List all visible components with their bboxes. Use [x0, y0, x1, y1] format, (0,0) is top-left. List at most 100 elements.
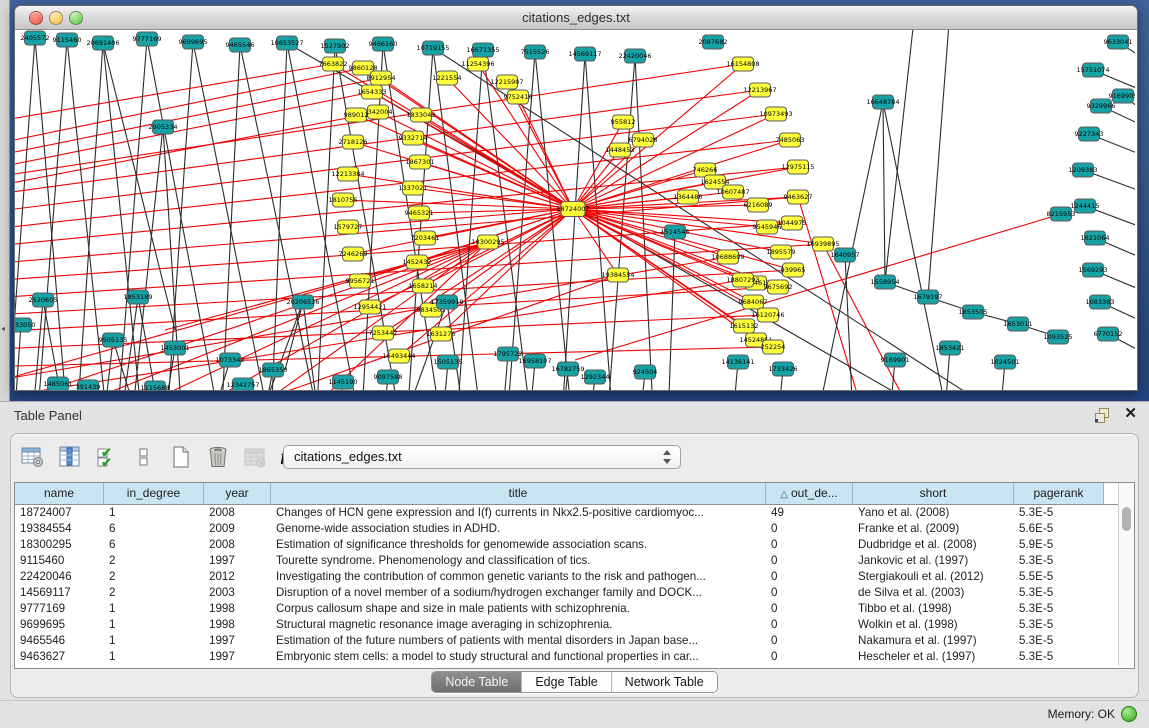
graph-node[interactable]: 1569293	[1079, 263, 1108, 277]
graph-node[interactable]: 9633041	[1104, 35, 1133, 49]
delete-table-button[interactable]: ✕	[241, 443, 269, 471]
graph-node[interactable]: 9115460	[53, 33, 82, 47]
graph-node[interactable]: 1733426	[769, 362, 798, 376]
graph-node[interactable]: 1448453	[606, 143, 635, 157]
network-view-window[interactable]: citations_edges.txt 24055729115460 206914…	[14, 5, 1138, 391]
graph-node[interactable]: 939965	[781, 263, 806, 277]
graph-node[interactable]: 9466160	[369, 37, 398, 51]
graph-node[interactable]: 9465321	[405, 206, 434, 220]
graph-node[interactable]: 9699695	[179, 35, 208, 49]
table-row[interactable]: 977716911998Corpus callosum shape and si…	[15, 601, 1134, 617]
delete-column-button[interactable]	[204, 443, 232, 471]
graph-node[interactable]: 1073342	[216, 353, 245, 367]
graph-node[interactable]: 1292344	[581, 370, 610, 384]
network-graph-canvas[interactable]: 24055729115460 20691406 9777169 9699695 9465…	[15, 30, 1137, 390]
graph-node[interactable]: 10607487	[716, 185, 749, 199]
graph-node[interactable]: 6794028	[629, 133, 658, 147]
window-titlebar[interactable]: citations_edges.txt	[15, 6, 1137, 30]
graph-node[interactable]: 1337021	[399, 181, 428, 195]
column-header-short[interactable]: short	[853, 483, 1014, 504]
graph-node[interactable]: 2405572	[21, 31, 50, 45]
graph-node[interactable]: 16120746	[751, 308, 784, 322]
graph-node[interactable]: 7663822	[319, 57, 348, 71]
graph-node[interactable]: 1452432	[403, 255, 432, 269]
memory-status-icon[interactable]	[1121, 706, 1137, 722]
table-row[interactable]: 1456911722003Disruption of a novel membe…	[15, 585, 1134, 601]
graph-node[interactable]: 14569117	[568, 47, 601, 61]
graph-node[interactable]: 1044975	[778, 216, 807, 230]
graph-node[interactable]: 955812	[611, 115, 636, 129]
graph-node[interactable]: 12215907	[490, 75, 523, 89]
graph-node[interactable]: 16648784	[866, 95, 899, 109]
graph-node[interactable]: 10688609	[711, 250, 744, 264]
graph-node[interactable]: 16958107	[518, 354, 551, 368]
scrollbar-thumb[interactable]	[1122, 507, 1131, 531]
graph-node[interactable]: 9329966	[1087, 99, 1116, 113]
graph-node[interactable]: 1209383	[1069, 163, 1098, 177]
graph-node[interactable]: 14136141	[721, 355, 754, 369]
column-header-year[interactable]: year	[204, 483, 271, 504]
graph-node[interactable]: 10653527	[270, 36, 303, 50]
graph-node[interactable]: 1615132	[730, 319, 759, 333]
graph-node[interactable]: 9169901	[881, 353, 910, 367]
table-row[interactable]: 1830029562008Estimation of significance …	[15, 537, 1134, 553]
graph-node[interactable]: 9956721	[346, 274, 375, 288]
graph-node[interactable]: 6216089	[744, 198, 773, 212]
table-row[interactable]: 1938455462009Genome-wide association stu…	[15, 521, 1134, 537]
graph-node[interactable]: 10719155	[416, 41, 449, 55]
graph-node[interactable]: 2905334	[149, 120, 178, 134]
tab-network-table[interactable]: Network Table	[611, 672, 717, 692]
graph-node[interactable]: 20206536	[286, 295, 319, 309]
column-visibility-button[interactable]	[56, 443, 84, 471]
graph-node[interactable]: 1679197	[914, 290, 943, 304]
graph-node[interactable]: 1527902	[321, 39, 350, 53]
graph-node[interactable]: 391439	[76, 380, 101, 390]
graph-node[interactable]: 1853505	[959, 305, 988, 319]
graph-node[interactable]: 9777169	[133, 32, 162, 46]
graph-node[interactable]: 1653011	[1004, 317, 1033, 331]
table-row[interactable]: 946362711997Embryonic stem cells: a mode…	[15, 649, 1134, 665]
table-vertical-scrollbar[interactable]	[1118, 483, 1134, 666]
graph-node[interactable]: 7515526	[521, 45, 550, 59]
table-selector-dropdown[interactable]: citations_edges.txt	[283, 445, 681, 469]
graph-node[interactable]: 989012	[344, 108, 369, 122]
control-panel-splitter[interactable]: ◂	[0, 0, 10, 401]
graph-node[interactable]: 1505135	[434, 355, 463, 369]
graph-node[interactable]: 9545946	[753, 220, 782, 234]
column-header-name[interactable]: name	[15, 483, 104, 504]
graph-node[interactable]: 1579727	[334, 220, 363, 234]
graph-node[interactable]: 1621064	[1081, 231, 1110, 245]
graph-node[interactable]: 252254	[761, 340, 786, 354]
graph-node[interactable]: 1453001	[161, 341, 190, 355]
table-row[interactable]: 969969511998Structural magnetic resonanc…	[15, 617, 1134, 633]
graph-node[interactable]: 16939895	[806, 237, 839, 251]
graph-node[interactable]: 1853421	[936, 341, 965, 355]
graph-node[interactable]: 1093525	[1044, 330, 1073, 344]
table-row[interactable]: 2242004622012Investigating the contribut…	[15, 569, 1134, 585]
attribute-table[interactable]: namein_degreeyeartitle△out_de...shortpag…	[14, 482, 1135, 669]
graph-node[interactable]: 11254396	[461, 57, 494, 71]
graph-node[interactable]: 1485061	[44, 377, 73, 390]
graph-node[interactable]: 9505135	[99, 333, 128, 347]
graph-node[interactable]: 1364486	[674, 190, 703, 204]
graph-node[interactable]: 1631276	[427, 327, 456, 341]
graph-node[interactable]: 9684067	[739, 295, 768, 309]
graph-node[interactable]: 2718126	[339, 135, 368, 149]
graph-node[interactable]: 1867301	[406, 155, 435, 169]
graph-node[interactable]: 7203461	[411, 231, 440, 245]
float-window-icon[interactable]	[1095, 408, 1109, 422]
graph-node[interactable]: 19384554	[601, 268, 634, 282]
graph-node[interactable]: 12213967	[743, 83, 776, 97]
graph-node[interactable]: 1024501	[991, 355, 1020, 369]
graph-node[interactable]: 9227343	[1075, 127, 1104, 141]
graph-node[interactable]: 1853189	[124, 290, 153, 304]
graph-node[interactable]: 16671355	[466, 43, 499, 57]
splitter-collapse-icon[interactable]: ◂	[1, 324, 5, 333]
graph-node[interactable]: 1115688	[141, 381, 170, 390]
graph-node[interactable]: 8215953	[1047, 207, 1076, 221]
graph-node[interactable]: 1810755	[329, 193, 358, 207]
graph-node[interactable]: 20691406	[86, 36, 119, 50]
table-row[interactable]: 1872400712008Changes of HCN gene express…	[15, 505, 1134, 521]
new-column-button[interactable]	[167, 443, 195, 471]
graph-node[interactable]: 12975115	[781, 160, 814, 174]
